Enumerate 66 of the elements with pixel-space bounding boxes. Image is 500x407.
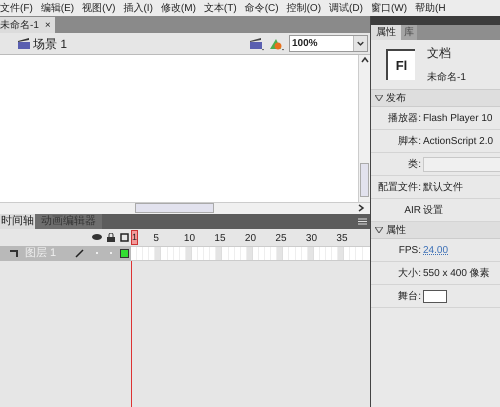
vertical-scrollbar[interactable] — [358, 55, 370, 202]
menu-item[interactable]: 编辑(E) — [40, 0, 74, 16]
frame-number: 30 — [306, 232, 318, 246]
class-field[interactable] — [423, 156, 500, 172]
section-header[interactable]: 属性 — [371, 222, 500, 239]
scrollbar-thumb[interactable] — [135, 203, 214, 213]
property-label: 配置文件: — [377, 180, 421, 194]
scrollbar-thumb[interactable] — [360, 163, 369, 197]
property-label: FPS: — [398, 244, 421, 258]
property-label: AIR — [403, 204, 421, 218]
scroll-right-icon — [356, 203, 366, 213]
scene-icon — [18, 38, 30, 49]
expand-icon — [375, 227, 383, 233]
panel-tab[interactable]: 库 — [401, 25, 417, 40]
close-icon[interactable]: × — [44, 18, 51, 32]
frame-number: 1 — [131, 230, 138, 244]
property-label: 脚本: — [397, 134, 421, 148]
menu-item[interactable]: 视图(V) — [82, 0, 116, 16]
chevron-down-icon — [353, 36, 367, 51]
property-value: 550 x 400 像素 — [423, 266, 490, 280]
timeline-tab[interactable]: 时间轴 — [0, 214, 35, 228]
section-header[interactable]: 发布 — [371, 90, 500, 107]
scroll-up-icon — [360, 55, 370, 65]
menu-item[interactable]: 文件(F) — [0, 0, 33, 16]
menu-item[interactable]: 修改(M) — [160, 0, 196, 16]
menu-item[interactable]: 帮助(H — [415, 0, 446, 16]
frame-number: 10 — [184, 232, 196, 246]
expand-icon — [375, 95, 383, 101]
document-logo: Fl — [386, 49, 415, 80]
frame-number: 25 — [275, 232, 287, 246]
frame-number: 20 — [244, 232, 256, 246]
scene-label: 场景 1 — [33, 36, 68, 52]
menu-item[interactable]: 窗口(W) — [370, 0, 408, 16]
edit-scene-icon[interactable] — [249, 36, 265, 50]
horizontal-scrollbar[interactable] — [0, 202, 370, 214]
menu-item[interactable]: 命令(C) — [244, 0, 279, 16]
property-value: ActionScript 2.0 — [423, 134, 494, 148]
outline-icon[interactable] — [120, 232, 129, 242]
property-label: 播放器: — [387, 112, 421, 126]
pencil-icon — [75, 248, 84, 258]
panel-menu-icon[interactable] — [358, 218, 367, 224]
document-type: 文档 — [427, 45, 452, 62]
property-label: 舞台: — [397, 290, 421, 304]
eye-icon[interactable] — [92, 233, 102, 241]
menu-item[interactable]: 调试(D) — [329, 0, 363, 16]
layer-color-square — [120, 248, 129, 258]
layer-icon — [10, 249, 19, 257]
menu-item[interactable]: 文本(T) — [204, 0, 237, 16]
document-tab-title: 未命名-1 — [0, 18, 39, 32]
lock-icon[interactable] — [107, 232, 115, 242]
menu-item[interactable]: 控制(O) — [286, 0, 322, 16]
frame-number: 5 — [153, 232, 159, 246]
document-tab[interactable]: 未命名-1 × — [0, 17, 55, 33]
frame-number: 15 — [214, 232, 226, 246]
property-label: 大小: — [397, 266, 421, 280]
frame-number: 35 — [336, 232, 348, 246]
property-value: Flash Player 10 — [423, 112, 492, 126]
document-name: 未命名-1 — [427, 70, 466, 85]
property-value: 设置 — [423, 204, 443, 218]
property-value: 默认文件 — [423, 180, 463, 194]
fps-link[interactable]: 24.00 — [423, 242, 448, 258]
stage-color-swatch[interactable] — [423, 290, 447, 302]
panel-tab[interactable]: 属性 — [371, 25, 401, 40]
property-label: 类: — [407, 158, 421, 172]
zoom-dropdown[interactable]: 100% — [289, 35, 368, 52]
menu-item[interactable]: 插入(I) — [123, 0, 153, 16]
